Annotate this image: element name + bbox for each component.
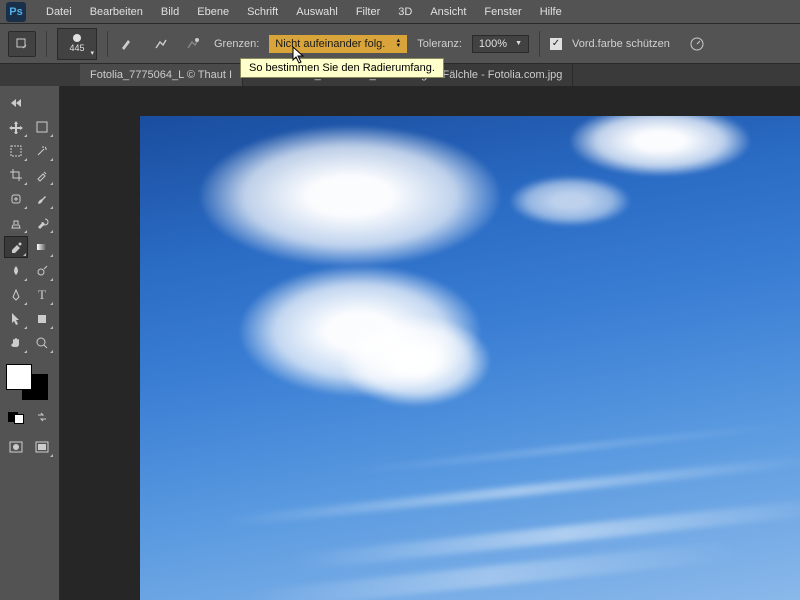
quick-mask-icon[interactable] — [4, 436, 28, 458]
grenzen-label: Grenzen: — [214, 38, 259, 50]
tab-label: Fotolia_7775064_L © Thaut I — [90, 69, 232, 81]
crop-tool[interactable] — [4, 164, 28, 186]
swap-colors-icon[interactable] — [30, 406, 54, 428]
magic-wand-tool[interactable] — [30, 140, 54, 162]
tool-preset-picker[interactable] — [8, 31, 36, 57]
brush-dot-icon — [73, 34, 81, 42]
gradient-tool[interactable] — [30, 236, 54, 258]
clone-stamp-tool[interactable] — [4, 212, 28, 234]
document-tab[interactable]: Fotolia_7775064_L © Thaut I — [80, 64, 243, 86]
pressure-icon[interactable] — [686, 33, 708, 55]
tooltip: So bestimmen Sie den Radierumfang. — [240, 58, 444, 78]
color-swatches[interactable] — [4, 362, 50, 402]
toleranz-input[interactable]: 100% ▼ — [472, 35, 529, 53]
bg-eraser-tool[interactable] — [4, 236, 28, 258]
brush-size-value: 445 — [69, 43, 84, 53]
marquee-tool[interactable] — [4, 140, 28, 162]
menu-3d[interactable]: 3D — [390, 2, 420, 22]
eyedropper-tool[interactable] — [30, 164, 54, 186]
pen-tool[interactable] — [4, 284, 28, 306]
divider — [539, 31, 540, 57]
divider — [46, 31, 47, 57]
blur-tool[interactable] — [4, 260, 28, 282]
canvas-area — [60, 86, 800, 600]
foreground-color-swatch[interactable] — [6, 364, 32, 390]
menu-ebene[interactable]: Ebene — [189, 2, 237, 22]
document-canvas[interactable] — [140, 116, 800, 600]
menu-fenster[interactable]: Fenster — [476, 2, 529, 22]
grenzen-value: Nicht aufeinander folg. — [275, 38, 385, 50]
menu-filter[interactable]: Filter — [348, 2, 388, 22]
menu-bild[interactable]: Bild — [153, 2, 187, 22]
default-colors-icon[interactable] — [4, 406, 28, 428]
protect-foreground-label: Vord.farbe schützen — [572, 38, 670, 50]
brush-preset-picker[interactable]: 445 ▾ — [57, 28, 97, 60]
brush-tool[interactable] — [30, 188, 54, 210]
screen-mode-icon[interactable] — [30, 436, 54, 458]
toleranz-label: Toleranz: — [417, 38, 462, 50]
stepper-arrows-icon: ▲▼ — [395, 39, 401, 49]
toleranz-value: 100% — [479, 38, 507, 50]
toolbox: T — [0, 86, 60, 600]
move-tool[interactable] — [4, 116, 28, 138]
type-tool[interactable]: T — [30, 284, 54, 306]
menu-auswahl[interactable]: Auswahl — [288, 2, 346, 22]
sampling-once-icon[interactable] — [182, 33, 204, 55]
tab-toggle-icon[interactable] — [4, 92, 28, 114]
image-content — [200, 126, 500, 266]
image-content — [340, 316, 490, 406]
history-brush-tool[interactable] — [30, 212, 54, 234]
app-logo: Ps — [6, 2, 26, 22]
divider — [107, 31, 108, 57]
menu-hilfe[interactable]: Hilfe — [532, 2, 570, 22]
menu-datei[interactable]: Datei — [38, 2, 80, 22]
spot-heal-tool[interactable] — [4, 188, 28, 210]
grenzen-dropdown[interactable]: Nicht aufeinander folg. ▲▼ — [269, 35, 407, 53]
artboard-tool[interactable] — [30, 116, 54, 138]
menu-bearbeiten[interactable]: Bearbeiten — [82, 2, 151, 22]
chevron-down-icon: ▼ — [515, 40, 522, 47]
sampling-continuous-icon[interactable] — [150, 33, 172, 55]
path-select-tool[interactable] — [4, 308, 28, 330]
hand-tool[interactable] — [4, 332, 28, 354]
image-content — [570, 116, 750, 176]
shape-tool[interactable] — [30, 308, 54, 330]
zoom-tool[interactable] — [30, 332, 54, 354]
menu-ansicht[interactable]: Ansicht — [422, 2, 474, 22]
brush-settings-icon[interactable] — [118, 33, 140, 55]
dodge-tool[interactable] — [30, 260, 54, 282]
menu-schrift[interactable]: Schrift — [239, 2, 286, 22]
protect-foreground-checkbox[interactable]: ✓ — [550, 38, 562, 50]
main-area: T — [0, 86, 800, 600]
image-content — [510, 176, 630, 226]
menu-bar: Ps Datei Bearbeiten Bild Ebene Schrift A… — [0, 0, 800, 24]
chevron-down-icon: ▾ — [90, 49, 94, 57]
